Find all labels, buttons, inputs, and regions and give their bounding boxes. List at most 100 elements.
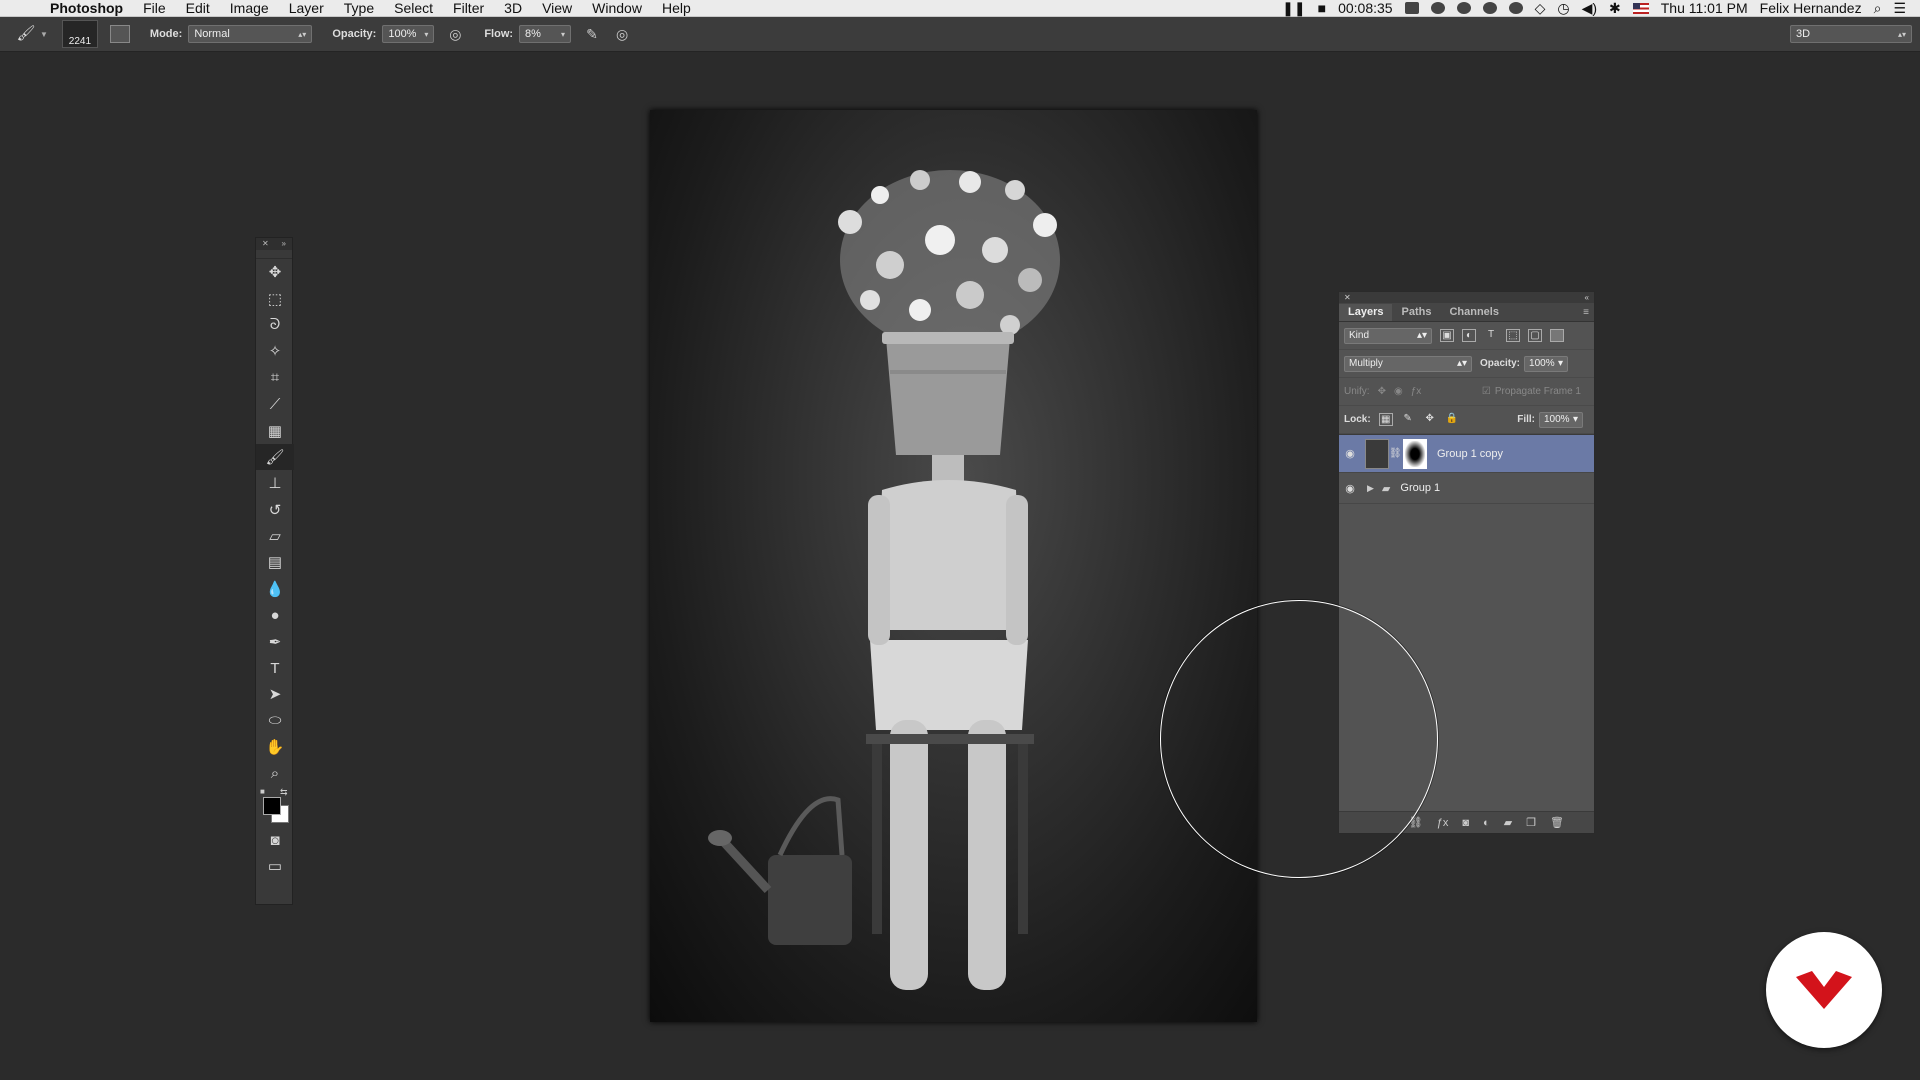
spotlight-search-icon[interactable]: ⌕ xyxy=(1874,0,1882,17)
menu-app-name[interactable]: Photoshop xyxy=(40,0,133,16)
menu-layer[interactable]: Layer xyxy=(279,0,334,16)
filter-toggle-icon[interactable] xyxy=(1550,329,1564,342)
brush-panel-toggle-icon[interactable] xyxy=(109,25,130,43)
status-app-icon-2[interactable] xyxy=(1482,2,1497,14)
filter-adjustment-icon[interactable]: ◐ xyxy=(1462,329,1476,342)
eyedropper-tool-icon[interactable]: ⟋ xyxy=(256,391,294,417)
adjustment-layer-icon[interactable]: ◐ xyxy=(1483,817,1490,829)
notification-center-icon[interactable]: ☰ xyxy=(1893,0,1906,17)
marquee-tool-icon[interactable]: ⬚ xyxy=(256,285,294,311)
trash-icon[interactable]: 🗑 xyxy=(1550,816,1564,829)
wifi-icon[interactable]: ◇ xyxy=(1535,0,1546,17)
link-chain-icon[interactable]: ⛓ xyxy=(1389,448,1402,459)
quick-mask-icon[interactable]: ◙ xyxy=(256,827,294,853)
propagate-checkbox[interactable]: ☑ xyxy=(1482,386,1491,397)
brush-size-picker[interactable]: 2241 xyxy=(61,20,98,48)
filter-type-icon[interactable]: T xyxy=(1484,329,1498,342)
bluetooth-icon[interactable]: ✱ xyxy=(1609,0,1621,17)
tool-preset-chevron-down-icon[interactable]: ▼ xyxy=(40,30,48,39)
lasso-tool-icon[interactable]: ᘐ xyxy=(256,312,294,338)
move-tool-icon[interactable]: ✥ xyxy=(256,259,294,285)
tab-layers[interactable]: Layers xyxy=(1339,304,1393,321)
expand-arrow-icon[interactable]: ▶ xyxy=(1367,483,1374,494)
lock-position-icon[interactable]: ✥ xyxy=(1423,413,1437,426)
filter-kind-select[interactable]: Kind ▴▾ xyxy=(1344,327,1432,344)
menu-type[interactable]: Type xyxy=(334,0,384,16)
visibility-eye-icon[interactable]: ◉ xyxy=(1339,482,1361,495)
ellipse-tool-icon[interactable]: ⬭ xyxy=(256,708,294,734)
healing-brush-tool-icon[interactable]: ▦ xyxy=(256,417,294,443)
new-group-icon[interactable]: ▰ xyxy=(1504,816,1512,829)
stop-recording-icon[interactable]: ■ xyxy=(1318,0,1326,16)
creative-cloud-icon[interactable] xyxy=(1430,2,1445,14)
default-colors-icon[interactable]: ■ xyxy=(260,787,265,796)
unify-visibility-icon[interactable]: ◉ xyxy=(1394,386,1403,397)
history-brush-tool-icon[interactable]: ↺ xyxy=(256,497,294,523)
add-mask-icon[interactable]: ◙ xyxy=(1462,817,1469,829)
menu-filter[interactable]: Filter xyxy=(443,0,494,16)
eraser-tool-icon[interactable]: ▱ xyxy=(256,523,294,549)
menu-image[interactable]: Image xyxy=(220,0,279,16)
menu-file[interactable]: File xyxy=(133,0,176,16)
opacity-field[interactable]: 100% ▾ xyxy=(382,25,435,43)
zoom-tool-icon[interactable]: ⌕ xyxy=(256,760,294,786)
foreground-color-swatch[interactable] xyxy=(263,796,281,815)
airbrush-icon[interactable]: ✎ xyxy=(583,25,601,43)
lock-pixels-icon[interactable]: ✎ xyxy=(1401,413,1415,426)
menu-3d[interactable]: 3D xyxy=(494,0,532,16)
tab-paths[interactable]: Paths xyxy=(1392,304,1440,321)
path-selection-tool-icon[interactable]: ➤ xyxy=(256,681,294,707)
status-app-icon[interactable] xyxy=(1456,2,1471,14)
menu-edit[interactable]: Edit xyxy=(176,0,220,16)
status-app-icon-3[interactable] xyxy=(1508,2,1523,14)
tool-preset-brush-icon[interactable]: 🖌 xyxy=(16,25,36,43)
gradient-tool-icon[interactable]: ▤ xyxy=(256,549,294,575)
time-machine-icon[interactable]: ◷ xyxy=(1557,0,1569,17)
panel-menu-icon[interactable]: ≡ xyxy=(1583,304,1594,321)
brush-tool-icon[interactable]: 🖌 xyxy=(256,443,294,471)
pen-tool-icon[interactable]: ✒ xyxy=(256,628,294,654)
layer-opacity-field[interactable]: 100% ▾ xyxy=(1524,355,1569,372)
collapse-icon[interactable]: « xyxy=(1585,292,1589,303)
quick-selection-tool-icon[interactable]: ✧ xyxy=(256,338,294,364)
pressure-size-icon[interactable]: ◎ xyxy=(613,25,631,43)
unify-style-icon[interactable]: ƒx xyxy=(1411,386,1422,397)
tab-channels[interactable]: Channels xyxy=(1440,304,1508,321)
layer-mask-thumbnail[interactable] xyxy=(1403,438,1427,469)
fill-field[interactable]: 100% ▾ xyxy=(1539,411,1583,428)
unify-position-icon[interactable]: ✥ xyxy=(1378,386,1386,397)
menu-select[interactable]: Select xyxy=(384,0,443,16)
menu-window[interactable]: Window xyxy=(582,0,652,16)
close-icon[interactable]: ✕ xyxy=(262,238,269,250)
flow-field[interactable]: 8% ▾ xyxy=(519,25,572,43)
blend-mode-select[interactable]: Multiply ▴▾ xyxy=(1344,355,1472,372)
pressure-opacity-icon[interactable]: ◎ xyxy=(446,25,464,43)
visibility-eye-icon[interactable]: ◉ xyxy=(1339,447,1361,460)
tools-panel-grip[interactable] xyxy=(256,250,292,259)
tools-panel-titlebar[interactable]: ✕» xyxy=(256,238,292,250)
menu-help[interactable]: Help xyxy=(652,0,701,16)
pause-recording-icon[interactable]: ❚❚ xyxy=(1282,0,1305,17)
volume-icon[interactable]: ◀) xyxy=(1582,0,1597,17)
layer-row-group-1-copy[interactable]: ◉ ⛓ Group 1 copy xyxy=(1339,435,1594,473)
close-icon[interactable]: ✕ xyxy=(1344,292,1351,303)
input-source-flag-icon[interactable] xyxy=(1632,2,1649,14)
fx-icon[interactable]: ƒx xyxy=(1437,817,1449,829)
user-name[interactable]: Felix Hernandez xyxy=(1760,0,1862,16)
dropbox-icon[interactable] xyxy=(1404,2,1419,14)
clock[interactable]: Thu 11:01 PM xyxy=(1661,0,1748,16)
screen-mode-icon[interactable]: ▭ xyxy=(256,853,294,879)
dodge-tool-icon[interactable]: ● xyxy=(256,602,294,628)
swap-colors-icon[interactable]: ⇆ xyxy=(280,787,288,798)
layer-row-group-1[interactable]: ◉ ▶ ▰ Group 1 xyxy=(1339,473,1594,504)
crop-tool-icon[interactable]: ⌗ xyxy=(256,365,294,391)
layers-panel-titlebar[interactable]: ✕ « xyxy=(1339,292,1594,303)
expand-icon[interactable]: » xyxy=(282,238,286,250)
menu-view[interactable]: View xyxy=(532,0,582,16)
lock-transparent-icon[interactable]: ▦ xyxy=(1378,413,1393,426)
blur-tool-icon[interactable]: 💧 xyxy=(256,576,294,602)
document-canvas[interactable] xyxy=(650,110,1257,1022)
clone-stamp-tool-icon[interactable]: ⊥ xyxy=(256,470,294,496)
type-tool-icon[interactable]: T xyxy=(256,655,294,681)
filter-smart-object-icon[interactable]: ▢ xyxy=(1528,329,1542,342)
